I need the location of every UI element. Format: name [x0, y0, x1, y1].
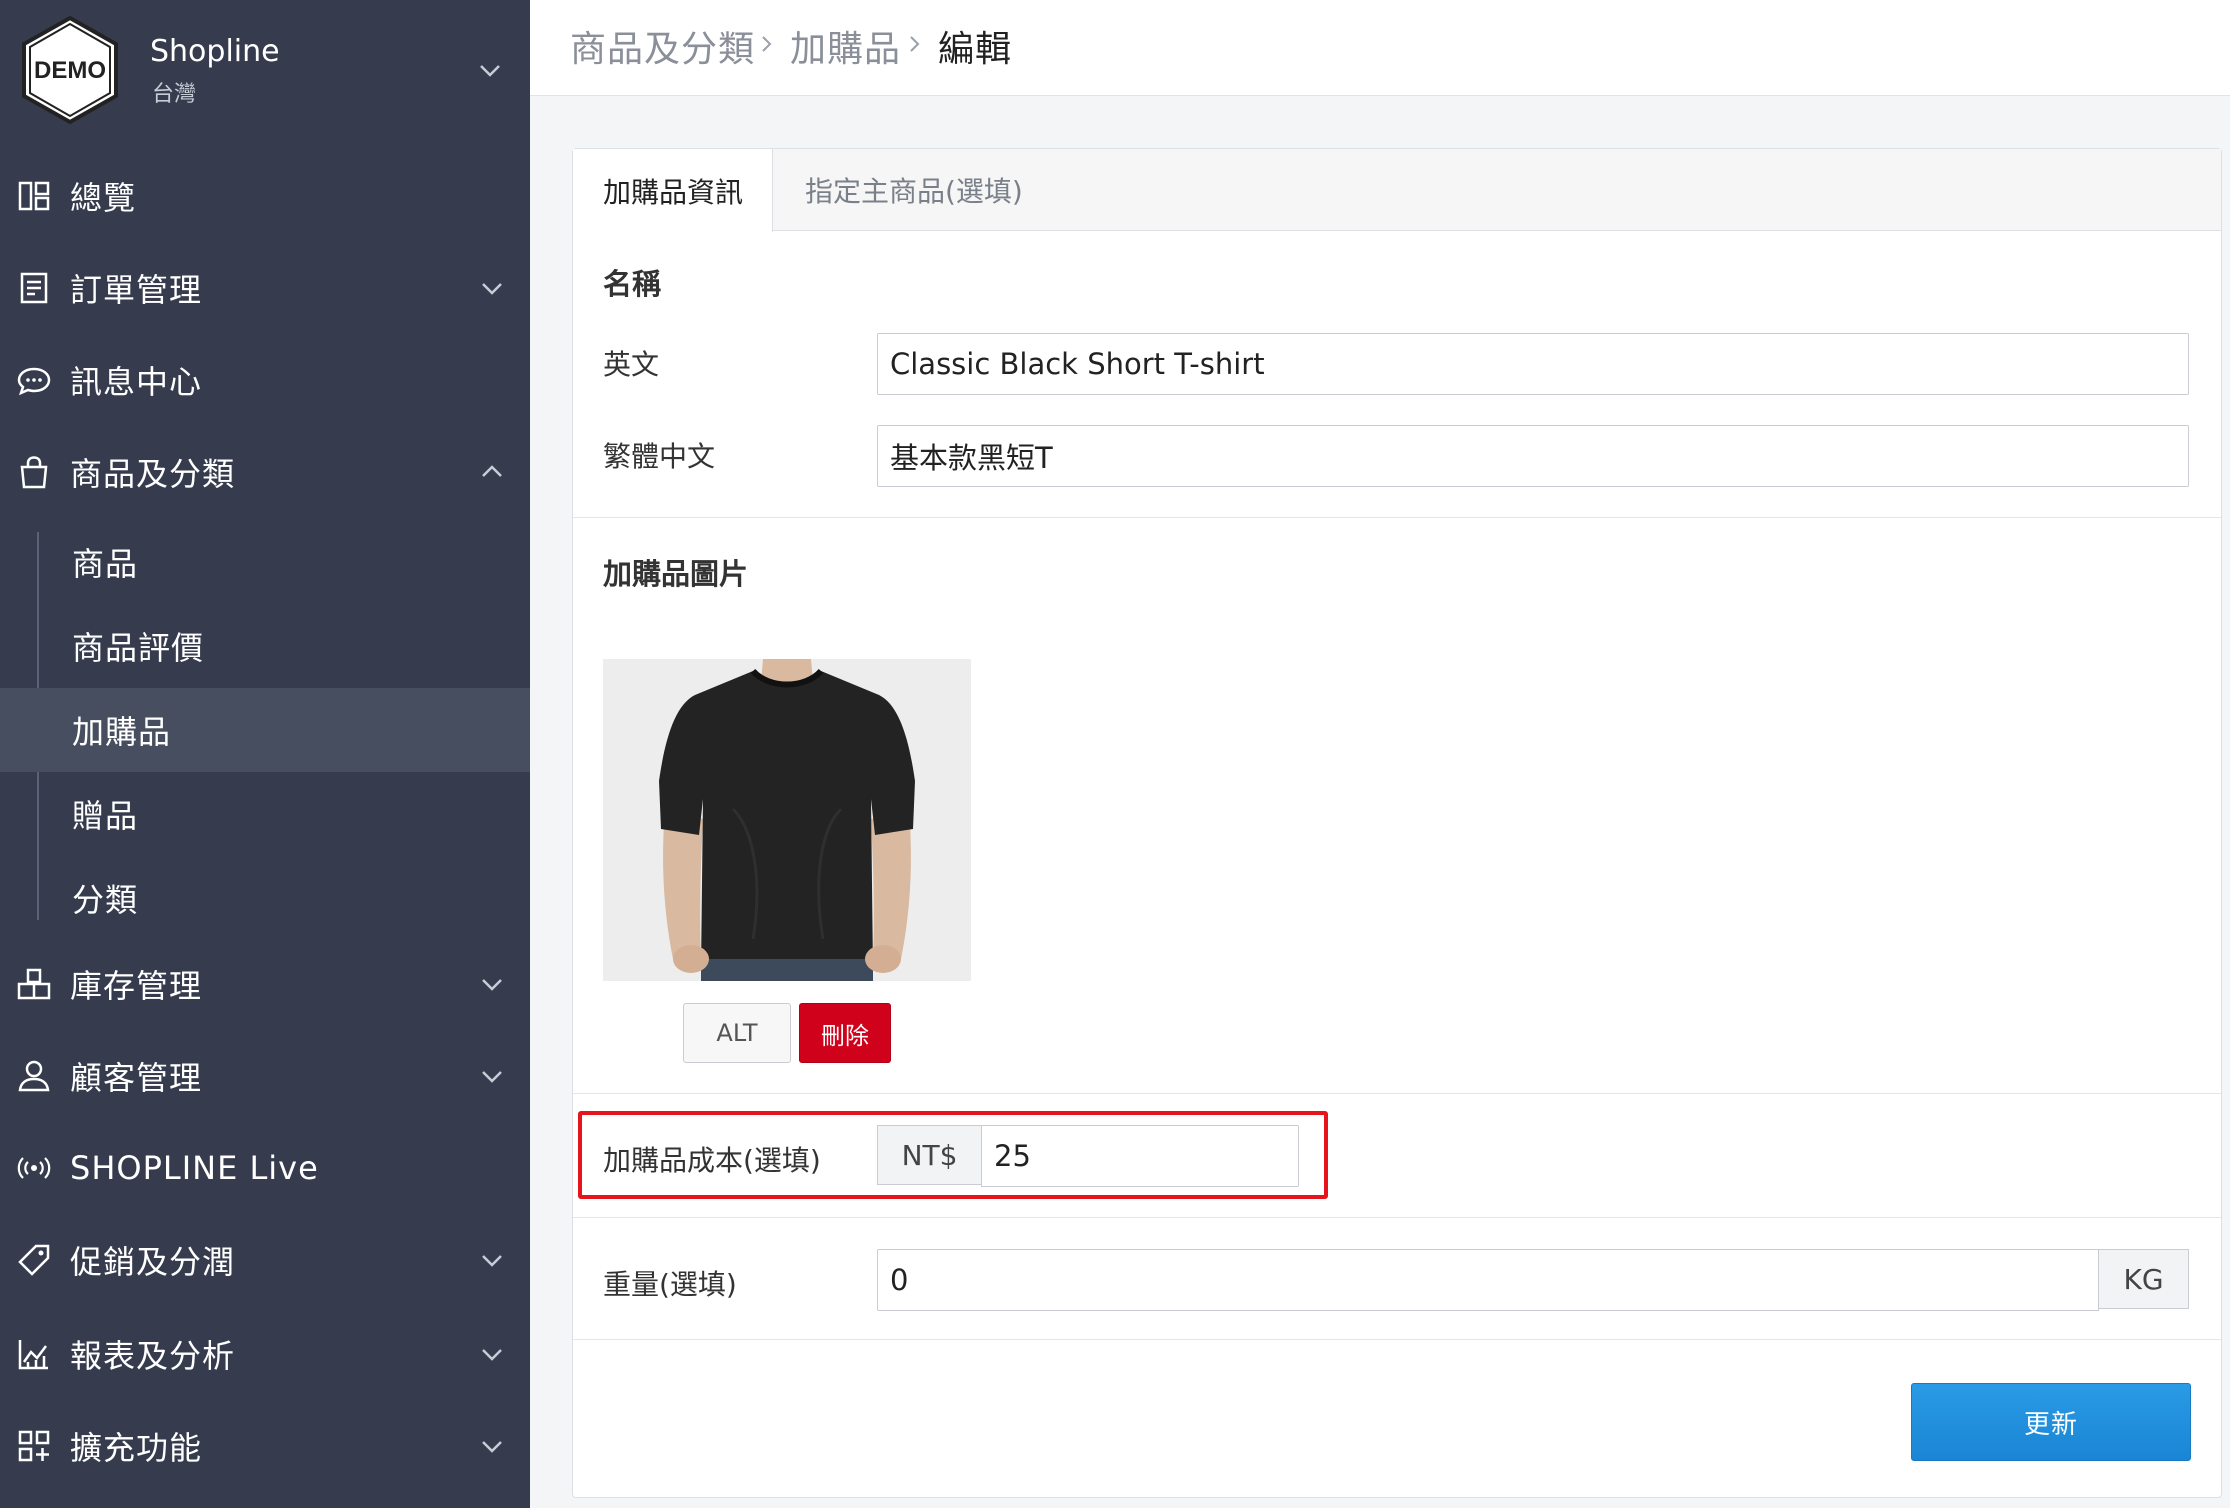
chevron-down-icon: [482, 1349, 502, 1361]
logo-text: DEMO: [34, 57, 106, 84]
breadcrumb-current: 編輯: [938, 29, 1013, 70]
chevron-down-icon: [482, 283, 502, 295]
name-section-title: 名稱: [603, 267, 662, 301]
sidebar-item-label: 庫存管理: [70, 967, 203, 1005]
sidebar-subitem-addons[interactable]: 加購品: [0, 688, 530, 772]
sidebar-item-extensions[interactable]: 擴充功能: [0, 1406, 530, 1486]
store-name: Shopline: [150, 34, 280, 69]
image-delete-button[interactable]: 刪除: [799, 1003, 891, 1063]
weight-label: 重量(選填): [603, 1268, 737, 1301]
update-button[interactable]: 更新: [1911, 1383, 2191, 1461]
tab-main-products[interactable]: 指定主商品(選填): [805, 149, 1023, 231]
image-alt-button[interactable]: ALT: [683, 1003, 791, 1063]
sidebar-item-label: 商品及分類: [70, 455, 236, 493]
sidebar-item-label: 擴充功能: [70, 1429, 203, 1467]
sidebar-item-label: 報表及分析: [70, 1337, 236, 1375]
sidebar-item-label: SHOPLINE Live: [70, 1149, 319, 1187]
breadcrumb-addons[interactable]: 加購品: [790, 20, 901, 72]
broadcast-icon: [17, 1157, 51, 1179]
addon-edit-card: 加購品資訊 指定主商品(選填) 名稱 英文 繁體中文 加購品圖片 ALT: [572, 148, 2222, 1498]
sidebar-subitem-categories[interactable]: 分類: [0, 856, 530, 940]
product-image[interactable]: [603, 659, 971, 981]
weight-input[interactable]: [877, 1249, 2099, 1311]
sidebar-item-live[interactable]: SHOPLINE Live: [0, 1128, 530, 1208]
divider: [573, 1339, 2221, 1340]
chat-icon: [17, 367, 51, 396]
chevron-down-icon: [480, 65, 500, 77]
tab-label: 加購品資訊: [603, 175, 744, 209]
store-switcher[interactable]: DEMO Shopline 台灣: [0, 0, 530, 140]
sidebar-subitem-gifts[interactable]: 贈品: [0, 772, 530, 856]
chevron-down-icon: [482, 979, 502, 991]
sidebar-subitem-label: 贈品: [72, 797, 139, 835]
tshirt-image-icon: [603, 659, 971, 981]
user-icon: [18, 1060, 50, 1092]
cost-input[interactable]: [981, 1125, 1299, 1187]
chevron-right-icon: [762, 36, 772, 52]
sidebar-item-orders[interactable]: 訂單管理: [0, 248, 530, 328]
english-label: 英文: [603, 348, 660, 381]
sidebar-item-products[interactable]: 商品及分類: [0, 432, 530, 512]
sidebar-item-label: 顧客管理: [70, 1059, 203, 1097]
dashboard-icon: [18, 181, 50, 211]
sidebar-item-label: 訂單管理: [70, 271, 203, 309]
sidebar-subitem-products[interactable]: 商品: [0, 520, 530, 604]
divider: [573, 1093, 2221, 1094]
tab-label: 指定主商品(選填): [805, 175, 1023, 208]
sidebar-item-reports[interactable]: 報表及分析: [0, 1314, 530, 1394]
divider: [573, 1217, 2221, 1218]
sidebar-item-customers[interactable]: 顧客管理: [0, 1036, 530, 1116]
image-section-title: 加購品圖片: [603, 557, 749, 591]
sidebar-subitem-label: 加購品: [72, 713, 172, 751]
sidebar-item-inventory[interactable]: 庫存管理: [0, 944, 530, 1024]
sidebar: DEMO Shopline 台灣 總覽 訂單管理 訊息中心 商品及分類 商品 商…: [0, 0, 530, 1508]
breadcrumb-products[interactable]: 商品及分類: [570, 20, 755, 72]
sidebar-item-label: 促銷及分潤: [70, 1243, 236, 1281]
divider: [573, 517, 2221, 518]
chinese-label: 繁體中文: [603, 440, 716, 473]
chevron-up-icon: [482, 465, 502, 477]
chevron-down-icon: [482, 1255, 502, 1267]
chevron-right-icon: [910, 36, 920, 52]
english-name-input[interactable]: [877, 333, 2189, 395]
chart-icon: [18, 1340, 48, 1370]
sidebar-item-promotions[interactable]: 促銷及分潤: [0, 1220, 530, 1300]
weight-unit-suffix: KG: [2099, 1249, 2189, 1309]
shopping-bag-icon: [20, 456, 48, 489]
orders-icon: [20, 272, 48, 304]
chevron-down-icon: [482, 1071, 502, 1083]
store-region: 台灣: [152, 82, 197, 107]
tag-icon: [18, 1244, 50, 1276]
sidebar-item-messages[interactable]: 訊息中心: [0, 340, 530, 420]
tab-bar: 加購品資訊 指定主商品(選填): [573, 149, 2221, 232]
tab-addon-info[interactable]: 加購品資訊: [573, 149, 773, 232]
sidebar-item-label: 總覽: [70, 179, 137, 217]
sidebar-subitem-label: 商品評價: [72, 629, 205, 667]
sidebar-subitem-label: 商品: [72, 545, 139, 583]
sidebar-item-overview[interactable]: 總覽: [0, 156, 530, 236]
sidebar-subitem-label: 分類: [72, 881, 139, 919]
inventory-icon: [17, 968, 51, 1000]
currency-prefix: NT$: [877, 1125, 981, 1185]
demo-logo-icon: DEMO: [22, 15, 118, 125]
chinese-name-input[interactable]: [877, 425, 2189, 487]
cost-label: 加購品成本(選填): [603, 1144, 821, 1177]
sidebar-subitem-reviews[interactable]: 商品評價: [0, 604, 530, 688]
breadcrumb: 商品及分類 加購品 編輯: [530, 0, 2230, 96]
apps-icon: [18, 1430, 50, 1462]
sidebar-item-label: 訊息中心: [70, 363, 203, 401]
chevron-down-icon: [482, 1441, 502, 1453]
